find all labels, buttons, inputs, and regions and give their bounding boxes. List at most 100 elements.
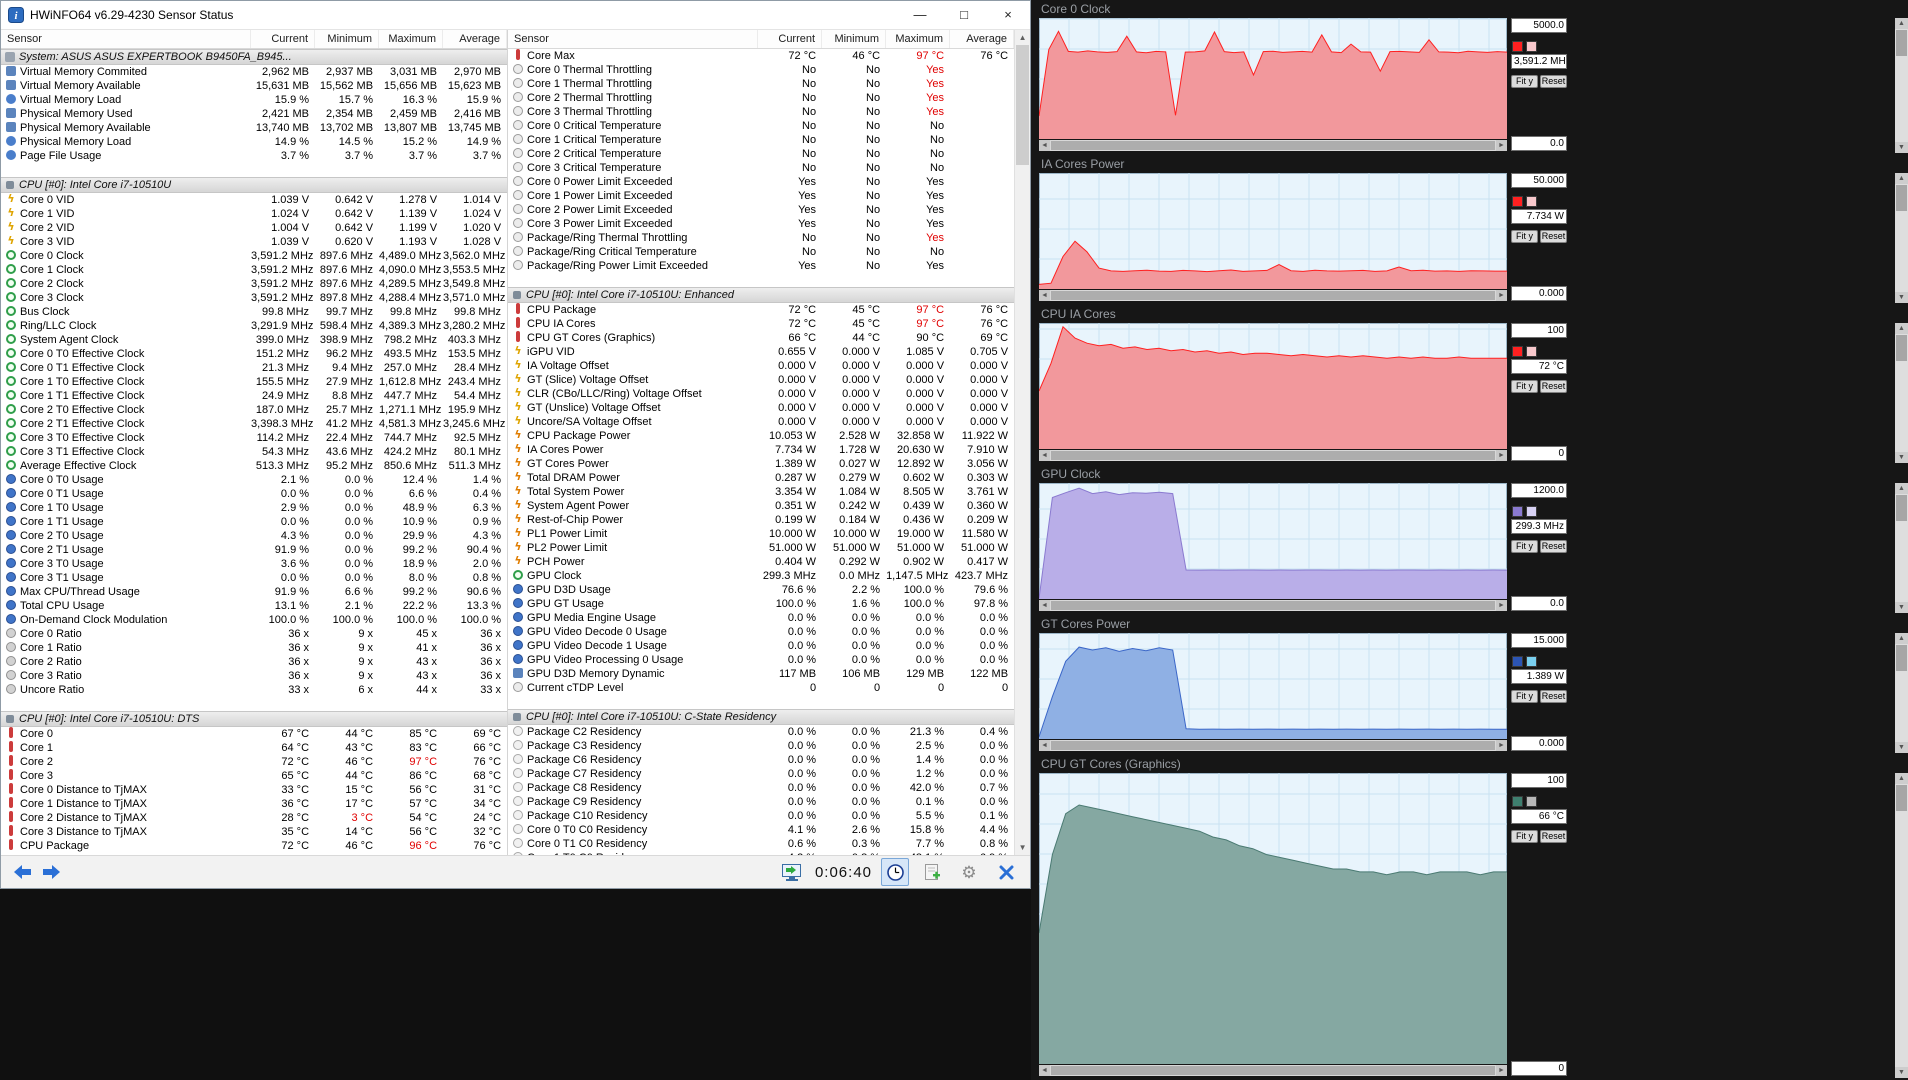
sensor-row[interactable]: Core 3 Power Limit Exceeded Yes No Yes [508, 217, 1014, 231]
column-header-minimum[interactable]: Minimum [315, 30, 380, 48]
series-color-swatch[interactable] [1512, 346, 1523, 357]
sensor-row[interactable]: CLR (CBo/LLC/Ring) Voltage Offset 0.000 V… [508, 387, 1014, 401]
sensor-row[interactable]: Core 2 T0 Effective Clock 187.0 MHz 25.7 M… [1, 403, 507, 417]
vscroll-thumb[interactable] [1896, 645, 1907, 671]
sensor-row[interactable]: Package C8 Residency 0.0 % 0.0 % 42.0 % 0.7 … [508, 781, 1014, 795]
sensor-row[interactable]: Core 0 T0 Effective Clock 151.2 MHz 96.2 M… [1, 347, 507, 361]
remote-monitor-button[interactable] [778, 858, 806, 886]
scroll-track[interactable] [1015, 45, 1030, 840]
minimize-button[interactable]: — [898, 1, 942, 29]
graph-vscrollbar[interactable]: ▲ ▼ [1895, 773, 1908, 1078]
scroll-down-icon[interactable]: ▼ [1895, 292, 1908, 303]
sensor-row[interactable]: Core 0 Clock 3,591.2 MHz 897.6 MHz 4,489.0 … [1, 249, 507, 263]
sensor-row[interactable]: Core Max 72 °C 46 °C 97 °C 76 °C [508, 49, 1014, 63]
series-color-swatch[interactable] [1512, 41, 1523, 52]
background-color-swatch[interactable] [1526, 796, 1537, 807]
graph-vscrollbar[interactable]: ▲ ▼ [1895, 173, 1908, 303]
sensor-row[interactable]: Core 3 T0 Usage 3.6 % 0.0 % 18.9 % 2.0 % [1, 557, 507, 571]
sensor-row[interactable]: Core 3 Ratio 36 x 9 x 43 x 36 x [1, 669, 507, 683]
scroll-down-icon[interactable]: ▼ [1895, 142, 1908, 153]
graph-chart[interactable] [1039, 173, 1507, 289]
maximize-button[interactable]: □ [942, 1, 986, 29]
close-sensors-button[interactable] [992, 858, 1020, 886]
sensor-row[interactable]: Core 2 T1 Effective Clock 3,398.3 MHz 41.2… [1, 417, 507, 431]
graph-chart[interactable] [1039, 633, 1507, 739]
reset-button[interactable]: Reset [1540, 230, 1567, 243]
sensor-row[interactable]: PL1 Power Limit 10.000 W 10.000 W 19.000 W 1… [508, 527, 1014, 541]
sensor-row[interactable]: Virtual Memory Available 15,631 MB 15,562 … [1, 79, 507, 93]
sensor-row[interactable]: GT (Unslice) Voltage Offset 0.000 V 0.000 … [508, 401, 1014, 415]
sensor-row[interactable]: Core 0 VID 1.039 V 0.642 V 1.278 V 1.014 V [1, 193, 507, 207]
sensor-row[interactable]: Core 0 Distance to TjMAX 33 °C 15 °C 56 °C 3… [1, 783, 507, 797]
scroll-right-icon[interactable]: ► [1496, 600, 1507, 611]
graph-hscrollbar[interactable]: ◄ ► [1039, 1065, 1507, 1076]
sensor-row[interactable]: Total CPU Usage 13.1 % 2.1 % 22.2 % 13.3 % [1, 599, 507, 613]
sensor-row[interactable]: Core 2 Thermal Throttling No No Yes [508, 91, 1014, 105]
scroll-down-icon[interactable]: ▼ [1895, 742, 1908, 753]
sensor-row[interactable]: Core 0 T1 Usage 0.0 % 0.0 % 6.6 % 0.4 % [1, 487, 507, 501]
reset-button[interactable]: Reset [1540, 830, 1567, 843]
background-color-swatch[interactable] [1526, 41, 1537, 52]
sensor-row[interactable]: Package C10 Residency 0.0 % 0.0 % 5.5 % 0.1 … [508, 809, 1014, 823]
column-header-maximum[interactable]: Maximum [886, 30, 951, 48]
vscroll-thumb[interactable] [1896, 185, 1907, 211]
sensor-row[interactable]: Package C7 Residency 0.0 % 0.0 % 1.2 % 0.0 % [508, 767, 1014, 781]
scroll-right-icon[interactable]: ► [1496, 740, 1507, 751]
clock-toggle-button[interactable] [881, 858, 909, 886]
series-color-swatch[interactable] [1512, 796, 1523, 807]
sensor-row[interactable]: Core 3 Thermal Throttling No No Yes [508, 105, 1014, 119]
sensor-row[interactable]: PCH Power 0.404 W 0.292 W 0.902 W 0.417 W [508, 555, 1014, 569]
scroll-up-icon[interactable]: ▲ [1895, 773, 1908, 784]
graph-vscrollbar[interactable]: ▲ ▼ [1895, 633, 1908, 753]
sensor-row[interactable]: CPU Package 72 °C 46 °C 96 °C 76 °C [1, 839, 507, 853]
scroll-up-icon[interactable]: ▲ [1895, 323, 1908, 334]
scroll-right-icon[interactable]: ► [1496, 450, 1507, 461]
scroll-left-icon[interactable]: ◄ [1039, 740, 1050, 751]
sensor-row[interactable]: Core 1 Power Limit Exceeded Yes No Yes [508, 189, 1014, 203]
scroll-up-icon[interactable]: ▲ [1895, 483, 1908, 494]
sensor-row[interactable]: Max CPU/Thread Usage 91.9 % 6.6 % 99.2 % 90.… [1, 585, 507, 599]
scroll-down-icon[interactable]: ▼ [1895, 602, 1908, 613]
sensor-row[interactable]: Package/Ring Critical Temperature No No No [508, 245, 1014, 259]
sensor-row[interactable]: Core 3 T1 Usage 0.0 % 0.0 % 8.0 % 0.8 % [1, 571, 507, 585]
sensor-row[interactable]: Core 0 Thermal Throttling No No Yes [508, 63, 1014, 77]
sensor-row[interactable]: Core 0 Critical Temperature No No No [508, 119, 1014, 133]
sensor-row[interactable]: Package/Ring Thermal Throttling No No Yes [508, 231, 1014, 245]
sensor-row[interactable]: Core 0 T1 C0 Residency 0.6 % 0.3 % 7.7 % 0.8… [508, 837, 1014, 851]
sensor-row[interactable]: Core 1 T1 Effective Clock 24.9 MHz 8.8 MHz… [1, 389, 507, 403]
series-color-swatch[interactable] [1512, 196, 1523, 207]
sensor-row[interactable]: Core 1 T0 Effective Clock 155.5 MHz 27.9 M… [1, 375, 507, 389]
graph-vscrollbar[interactable]: ▲ ▼ [1895, 323, 1908, 463]
hscroll-thumb[interactable] [1051, 741, 1495, 750]
hscroll-thumb[interactable] [1051, 1066, 1495, 1075]
sensor-row[interactable]: Core 0 Ratio 36 x 9 x 45 x 36 x [1, 627, 507, 641]
sensor-row[interactable]: Core 1 Distance to TjMAX 36 °C 17 °C 57 °C 3… [1, 797, 507, 811]
sensor-row[interactable]: Virtual Memory Load 15.9 % 15.7 % 16.3 % 15.… [1, 93, 507, 107]
sensor-row[interactable]: Core 1 Critical Temperature No No No [508, 133, 1014, 147]
section-header-row[interactable]: CPU [#0]: Intel Core i7-10510U: Enhanced [508, 287, 1015, 303]
section-header-row[interactable]: CPU [#0]: Intel Core i7-10510U: C-State … [508, 709, 1015, 725]
sensor-row[interactable]: Core 2 72 °C 46 °C 97 °C 76 °C [1, 755, 507, 769]
series-color-swatch[interactable] [1512, 506, 1523, 517]
scroll-thumb[interactable] [1016, 45, 1029, 165]
scroll-down-icon[interactable]: ▼ [1015, 840, 1030, 855]
scroll-right-icon[interactable]: ► [1496, 140, 1507, 151]
sensor-row[interactable]: IA Cores Power 7.734 W 1.728 W 20.630 W 7.91… [508, 443, 1014, 457]
column-header-average[interactable]: Average [950, 30, 1015, 48]
background-color-swatch[interactable] [1526, 196, 1537, 207]
sensor-row[interactable]: Package C9 Residency 0.0 % 0.0 % 0.1 % 0.0 % [508, 795, 1014, 809]
scroll-left-icon[interactable]: ◄ [1039, 450, 1050, 461]
hscroll-thumb[interactable] [1051, 291, 1495, 300]
reset-button[interactable]: Reset [1540, 540, 1567, 553]
scroll-left-icon[interactable]: ◄ [1039, 600, 1050, 611]
background-color-swatch[interactable] [1526, 656, 1537, 667]
column-header-sensor[interactable]: Sensor [508, 30, 759, 48]
sensor-row[interactable]: Core 3 Critical Temperature No No No [508, 161, 1014, 175]
close-button[interactable]: × [986, 1, 1030, 29]
sensor-row[interactable]: Core 0 T0 C0 Residency 4.1 % 2.6 % 15.8 % 4.… [508, 823, 1014, 837]
sensor-row[interactable]: Core 1 Ratio 36 x 9 x 41 x 36 x [1, 641, 507, 655]
graph-chart[interactable] [1039, 773, 1507, 1064]
sensor-row[interactable]: Core 1 T0 Usage 2.9 % 0.0 % 48.9 % 6.3 % [1, 501, 507, 515]
fit-y-button[interactable]: Fit y [1511, 690, 1538, 703]
sensor-row[interactable]: Package/Ring Power Limit Exceeded Yes No Ye… [508, 259, 1014, 273]
